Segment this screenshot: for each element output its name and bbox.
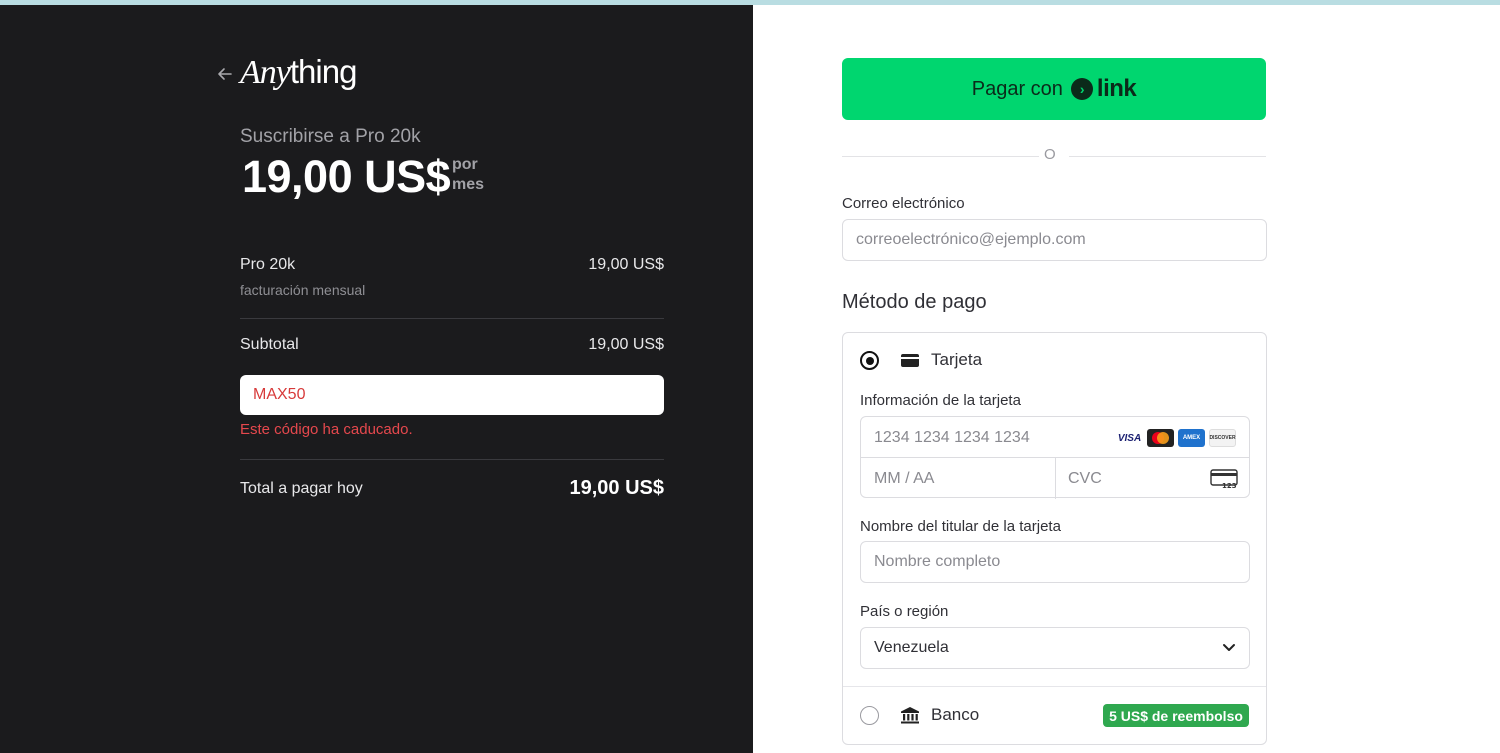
checkout-form-panel: Pagar con › link O Correo electrónico Mé… — [753, 5, 1500, 753]
card-radio[interactable] — [860, 351, 879, 370]
pay-with-link-label: Pagar con — [971, 77, 1063, 100]
cvc-card-icon: 123 — [1210, 469, 1238, 489]
billing-period: por mes — [452, 155, 484, 195]
promo-code-error: Este código ha caducado. — [240, 421, 413, 438]
link-logo: › link — [1070, 75, 1137, 103]
total-value: 19,00 US$ — [569, 477, 664, 499]
card-field-divider — [1055, 458, 1056, 499]
card-option-label: Tarjeta — [931, 350, 983, 369]
line-item-note: facturación mensual — [240, 282, 366, 298]
subtotal-value: 19,00 US$ — [588, 336, 664, 353]
brand-logo-thing: thing — [289, 53, 358, 90]
chevron-down-icon — [1223, 644, 1235, 651]
expiry-input[interactable] — [874, 468, 1044, 490]
payment-method-title: Método de pago — [842, 291, 987, 313]
visa-icon: VISA — [1117, 432, 1142, 444]
line-item: Pro 20k 19,00 US$ — [240, 256, 664, 274]
bank-icon — [901, 707, 919, 724]
pay-with-link-button[interactable]: Pagar con › link — [842, 58, 1266, 120]
line-item-name: Pro 20k — [240, 256, 296, 273]
email-input[interactable] — [842, 219, 1267, 261]
mastercard-icon — [1147, 429, 1174, 447]
total-row: Total a pagar hoy 19,00 US$ — [240, 477, 664, 500]
credit-card-icon — [901, 354, 919, 367]
subscribe-title: Suscribirse a Pro 20k — [240, 126, 421, 147]
cashback-badge: 5 US$ de reembolso — [1103, 704, 1249, 727]
amex-icon: AMEX — [1178, 429, 1205, 447]
billing-period-line2: mes — [452, 176, 485, 193]
option-divider — [843, 686, 1266, 687]
total-label: Total a pagar hoy — [240, 479, 363, 497]
svg-text:123: 123 — [1222, 482, 1237, 489]
card-details-group: VISA AMEX DISCOVER 123 — [860, 416, 1250, 499]
or-divider-right — [1069, 156, 1266, 157]
brand-logo[interactable]: Any thing — [240, 53, 358, 91]
email-label: Correo electrónico — [842, 195, 965, 212]
billing-period-line1: por — [452, 156, 478, 173]
divider — [240, 459, 664, 460]
bank-radio[interactable] — [860, 706, 879, 725]
back-arrow-icon[interactable] — [216, 65, 234, 83]
or-divider-left — [842, 156, 1039, 157]
cardholder-label: Nombre del titular de la tarjeta — [860, 518, 1061, 535]
promo-code-input[interactable]: MAX50 — [240, 375, 664, 415]
subtotal-row: Subtotal 19,00 US$ — [240, 336, 664, 354]
line-item-price: 19,00 US$ — [588, 256, 664, 273]
card-number-row: VISA AMEX DISCOVER — [861, 417, 1249, 458]
price-amount: 19,00 US$ — [242, 151, 451, 202]
card-number-input[interactable] — [874, 427, 1104, 449]
card-info-label: Información de la tarjeta — [860, 392, 1021, 409]
link-logo-text: link — [1096, 75, 1137, 102]
country-select-value: Venezuela — [874, 639, 949, 656]
or-divider-text: O — [1044, 146, 1056, 163]
country-label: País o región — [860, 603, 949, 620]
bank-option-label: Banco — [931, 705, 980, 724]
link-arrow-icon: › — [1070, 78, 1093, 100]
divider — [240, 318, 664, 319]
subtotal-label: Subtotal — [240, 336, 299, 353]
order-summary-panel: Any thing Suscribirse a Pro 20k 19,00 US… — [0, 5, 753, 753]
cardholder-name-input[interactable] — [860, 541, 1250, 583]
payment-method-box: Tarjeta Información de la tarjeta VISA A… — [842, 332, 1267, 745]
cvc-input[interactable] — [1068, 468, 1198, 490]
discover-icon: DISCOVER — [1209, 429, 1236, 447]
country-select[interactable]: Venezuela — [860, 627, 1250, 669]
brand-logo-any: Any — [240, 54, 291, 91]
